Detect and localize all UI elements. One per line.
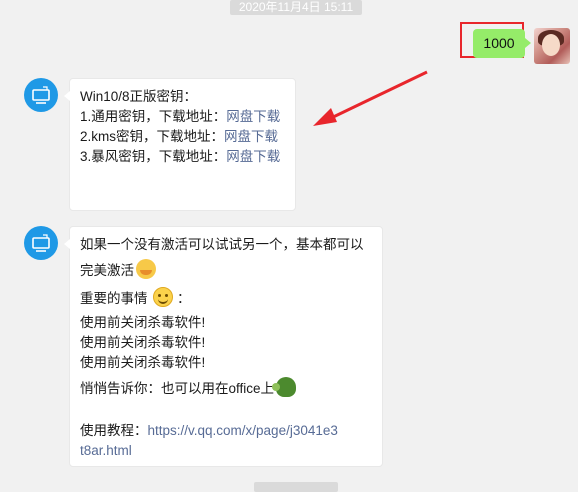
key-label: 2.kms密钥，下载地址： [80,129,225,144]
red-arrow-icon [313,70,428,126]
user-avatar[interactable] [534,28,570,64]
message-line: 如果一个没有激活可以试试另一个，基本都可以 [80,237,364,252]
warning-line: 使用前关闭杀毒软件! [80,335,206,350]
timestamp-bottom [254,482,338,492]
message-line: 悄悄告诉你：也可以用在office上 [80,377,372,399]
key-row: 2.kms密钥，下载地址：网盘下载 [80,127,285,147]
tutorial-link-continued[interactable]: t8ar.html [80,443,132,458]
hug-emoji-icon [136,259,156,279]
monitor-icon [32,86,50,104]
message-text: 完美激活 [80,263,134,278]
message-text: 重要的事情 [80,291,148,306]
smile-emoji-icon [153,287,174,307]
tutorial-link[interactable]: https://v.qq.com/x/page/j3041e3 [148,423,338,438]
message-text: 悄悄告诉你：也可以用在office上 [80,381,275,396]
key-row: 3.暴风密钥，下载地址：网盘下载 [80,147,285,167]
warning-line: 使用前关闭杀毒软件! [80,355,206,370]
message-title: Win10/8正版密钥： [80,89,198,104]
outgoing-message-bubble: 1000 [473,29,531,58]
bot-avatar[interactable] [24,78,58,112]
monitor-icon [32,234,50,252]
turtle-emoji-icon [272,377,297,397]
key-label: 3.暴风密钥，下载地址： [80,149,227,164]
bot-avatar[interactable] [24,226,58,260]
message-bubble-keys: Win10/8正版密钥： 1.通用密钥，下载地址：网盘下载 2.kms密钥，下载… [64,78,296,211]
message-line: t8ar.html [80,441,372,461]
key-label: 1.通用密钥，下载地址： [80,109,227,124]
message-text: ： [177,291,191,306]
message-text: 使用教程： [80,423,148,438]
message-line: 完美激活 [80,259,372,281]
message-line: 使用教程：https://v.qq.com/x/page/j3041e3 [80,421,372,441]
download-link[interactable]: 网盘下载 [226,109,280,124]
warning-line: 使用前关闭杀毒软件! [80,315,206,330]
avatar-face [542,34,560,56]
download-link[interactable]: 网盘下载 [224,129,278,144]
download-link[interactable]: 网盘下载 [226,149,280,164]
key-row: 1.通用密钥，下载地址：网盘下载 [80,107,285,127]
message-line: 重要的事情 ： [80,287,372,309]
timestamp-top: 2020年11月4日 15:11 [230,0,362,15]
message-bubble-instructions: 如果一个没有激活可以试试另一个，基本都可以 完美激活 重要的事情 ： 使用前关闭… [64,226,383,467]
